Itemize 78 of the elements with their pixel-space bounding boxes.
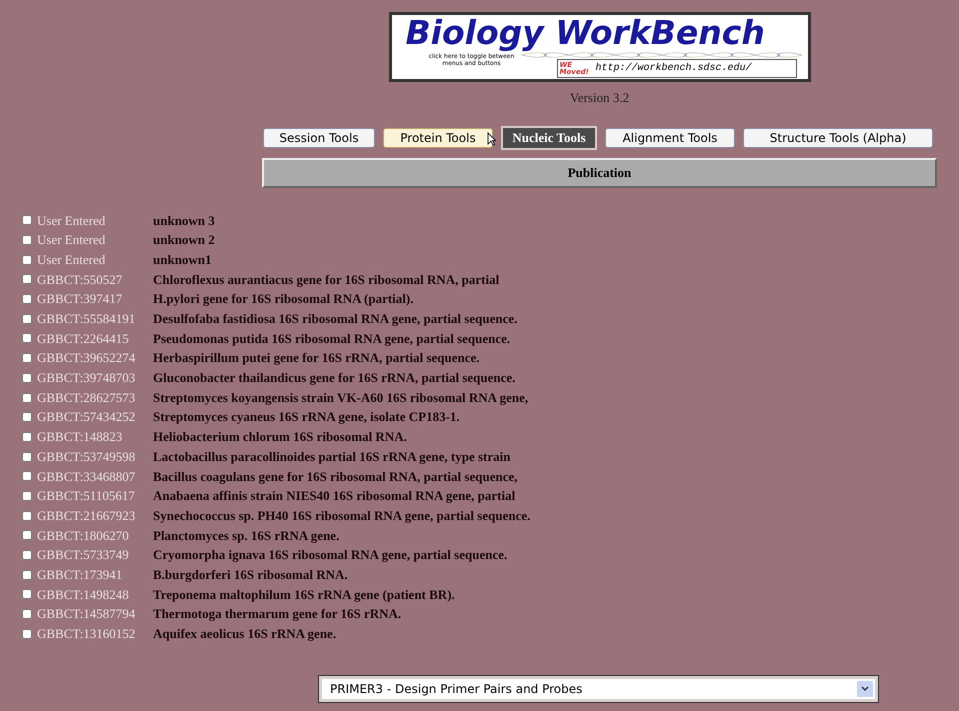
sequence-id: GBBCT:148823	[37, 428, 124, 446]
logo-title: Biology WorkBench	[406, 15, 765, 51]
dropdown-caret-icon	[857, 681, 873, 697]
sequence-id: GBBCT:14587794	[37, 605, 136, 624]
sequence-id: GBBCT:28627573	[37, 388, 136, 407]
sequence-description: Gluconobacter thailandicus gene for 16S rRNA, partial sequence.	[153, 369, 516, 388]
sequence-description: Herbaspirillum putei gene for 16S rRNA, partial sequence.	[153, 349, 480, 368]
sequence-description: Desulfofaba fastidiosa 16S ribosomal RNA gene, partial sequence.	[153, 310, 518, 328]
sequence-checkbox[interactable]	[22, 294, 32, 304]
sequence-id: GBBCT:2264415	[37, 330, 130, 348]
sequence-description: Thermotoga thermarum gene for 16S rRNA.	[153, 605, 402, 624]
sequence-description: Aquifex aeolicus 16S rRNA gene.	[153, 625, 336, 644]
sequence-id: User Entered	[37, 231, 106, 250]
sequence-id: GBBCT:397417	[37, 290, 124, 308]
sequence-checkbox[interactable]	[22, 589, 32, 600]
sequence-id: GBBCT:39652274	[37, 349, 136, 368]
sequence-checkbox[interactable]	[22, 471, 32, 482]
sequence-checkbox[interactable]	[22, 392, 32, 403]
sequence-checkbox[interactable]	[22, 314, 32, 324]
sequence-id: GBBCT:57434252	[37, 408, 136, 426]
sequence-checkbox[interactable]	[22, 353, 32, 364]
sequence-id: GBBCT:1806270	[37, 526, 130, 545]
sequence-id: GBBCT:21667923	[37, 506, 136, 525]
sequence-id: GBBCT:51105617	[37, 487, 136, 506]
sequence-description: Anabaena affinis strain NIES40 16S ribosomal RNA gene, partial	[153, 487, 516, 506]
sequence-checkbox[interactable]	[22, 333, 32, 344]
sequence-id: GBBCT:5733749	[37, 546, 130, 564]
tool-tab[interactable]: Protein Tools	[383, 128, 493, 148]
sequence-checkbox[interactable]	[22, 570, 32, 580]
sequence-id: GBBCT:1498248	[37, 586, 130, 604]
sequence-description: Planctomyces sp. 16S rRNA gene.	[153, 526, 340, 545]
sequence-checkbox[interactable]	[22, 215, 32, 226]
sequence-id: GBBCT:13160152	[37, 625, 136, 644]
cursor-icon	[487, 132, 496, 146]
sequence-id: User Entered	[37, 212, 106, 230]
sequence-checkbox[interactable]	[22, 609, 32, 620]
sequence-checkbox[interactable]	[22, 274, 32, 284]
sequence-description: Chloroflexus aurantiacus gene for 16S ribosomal RNA, partial	[153, 270, 500, 289]
sequence-checkbox[interactable]	[22, 432, 32, 442]
sequence-id: GBBCT:53749598	[37, 448, 136, 466]
sequence-checkbox[interactable]	[22, 412, 32, 422]
sequence-description: H.pylori gene for 16S ribosomal RNA (partial).	[153, 290, 414, 308]
sequence-description: Streptomyces koyangensis strain VK-A60 16S ribosomal RNA gene,	[153, 388, 528, 407]
tool-select[interactable]: PRIMER3 - Design Primer Pairs and Probes	[319, 676, 878, 702]
sequence-description: Streptomyces cyaneus 16S rRNA gene, isolate CP183-1.	[153, 408, 460, 426]
section-bar: Publication	[262, 158, 937, 188]
sequence-description: unknown1	[153, 250, 212, 269]
sequence-description: unknown 3	[153, 212, 215, 230]
sequence-description: Bacillus coagulans gene for 16S ribosomal RNA, partial sequence,	[153, 468, 518, 486]
sequence-checkbox[interactable]	[22, 628, 32, 639]
sequence-description: Heliobacterium chlorum 16S ribosomal RNA.	[153, 428, 407, 446]
sequence-id: GBBCT:39748703	[37, 369, 136, 388]
sequence-description: B.burgdorferi 16S ribosomal RNA.	[153, 566, 348, 584]
sequence-description: Lactobacillus paracollinoides partial 16S rRNA gene, type strain	[153, 448, 510, 466]
sequence-description: Synechococcus sp. PH40 16S ribosomal RNA gene, partial sequence.	[153, 506, 530, 525]
logo-url: http://workbench.sdsc.edu/	[596, 62, 752, 76]
sequence-description: Pseudomonas putida 16S ribosomal RNA gene, partial sequence.	[153, 330, 510, 348]
sequence-checkbox[interactable]	[22, 372, 32, 383]
sequence-description: Cryomorpha ignava 16S ribosomal RNA gene, partial sequence.	[153, 546, 508, 564]
sequence-id: User Entered	[37, 250, 106, 269]
sequence-id: GBBCT:33468807	[37, 468, 136, 486]
sequence-checkbox[interactable]	[22, 510, 32, 521]
tool-tab[interactable]: Structure Tools (Alpha)	[743, 128, 933, 148]
sequence-checkbox[interactable]	[22, 235, 32, 246]
sequence-checkbox[interactable]	[22, 490, 32, 501]
sequence-checkbox[interactable]	[22, 550, 32, 560]
tool-tab[interactable]: Session Tools	[263, 128, 375, 148]
tool-tab[interactable]: Nucleic Tools	[501, 126, 597, 150]
tool-tab[interactable]: Alignment Tools	[605, 128, 735, 148]
sequence-checkbox[interactable]	[22, 254, 32, 265]
sequence-id: GBBCT:550527	[37, 270, 124, 289]
sequence-id: GBBCT:173941	[37, 566, 124, 584]
sequence-checkbox[interactable]	[22, 452, 32, 462]
version-label: Version 3.2	[570, 89, 630, 107]
sequence-id: GBBCT:55584191	[37, 310, 136, 328]
sequence-checkbox[interactable]	[22, 530, 32, 540]
sequence-description: Treponema maltophilum 16S rRNA gene (patient BR).	[153, 586, 455, 604]
sequence-description: unknown 2	[153, 231, 215, 250]
